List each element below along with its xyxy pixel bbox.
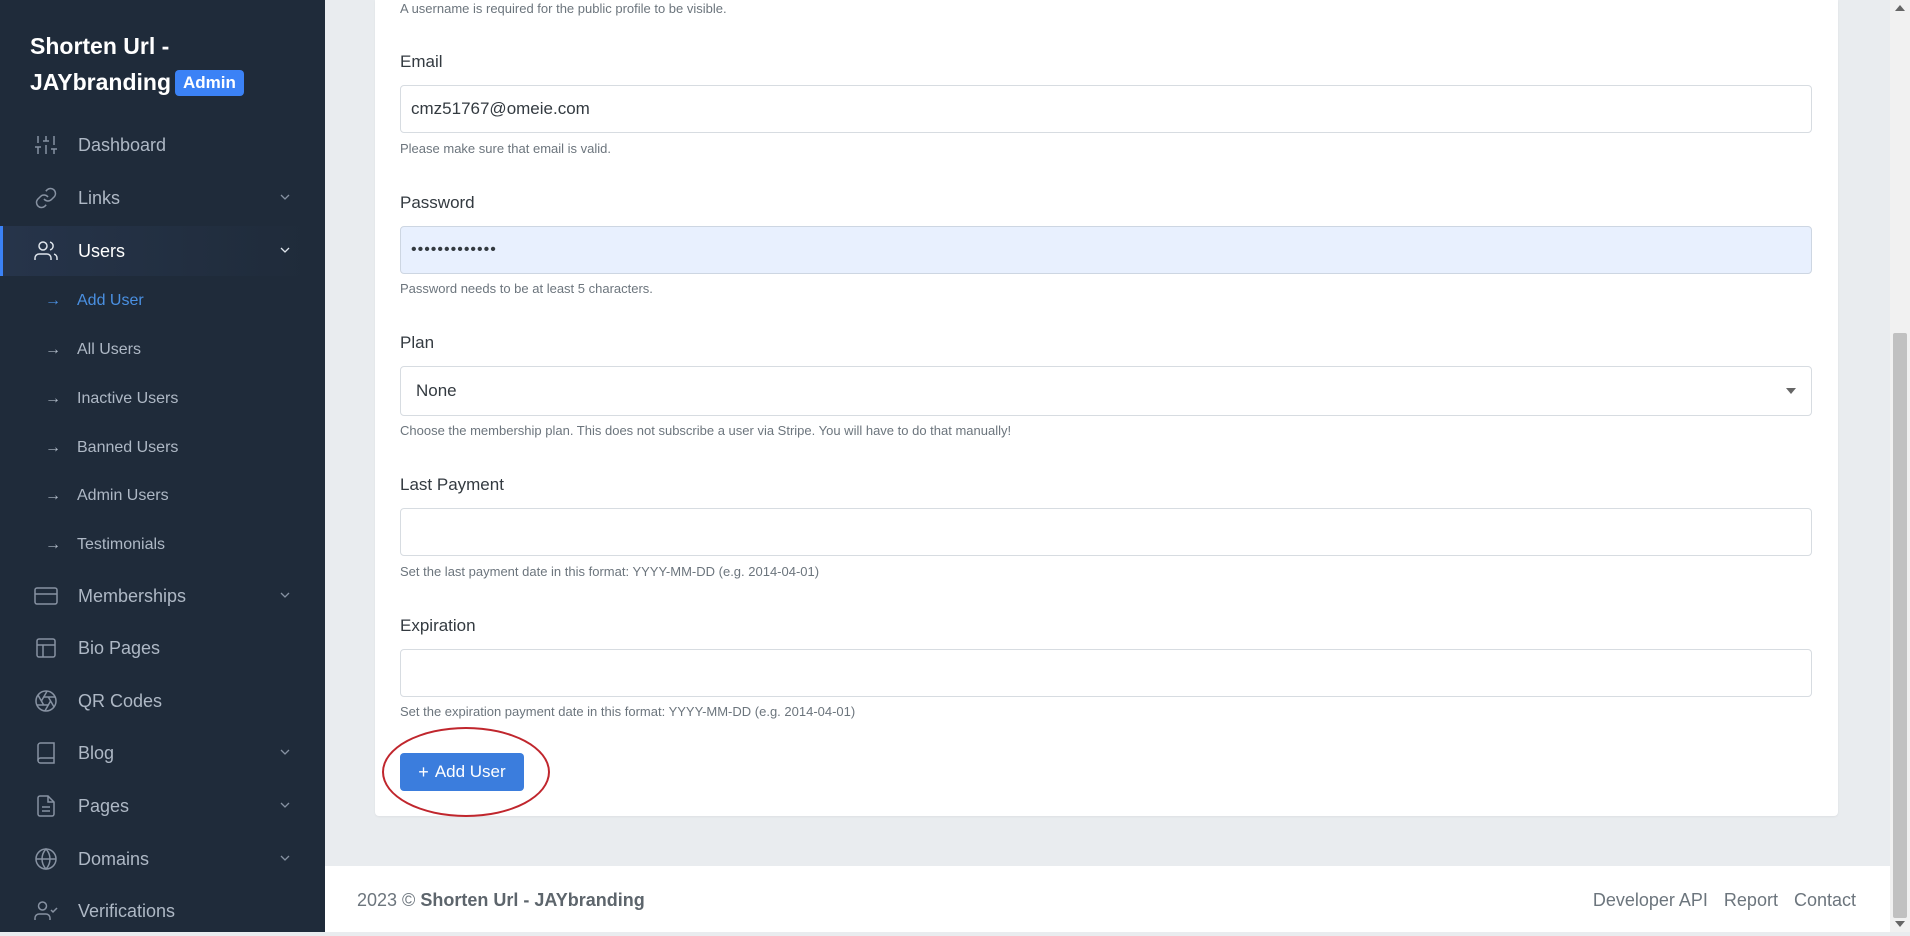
globe-icon <box>34 847 58 871</box>
plan-help-text: Choose the membership plan. This does no… <box>400 423 1012 438</box>
chevron-down-icon <box>280 247 290 253</box>
last-payment-label: Last Payment <box>400 475 504 494</box>
sidebar-subitem-inactive-users[interactable]: → Inactive Users <box>0 379 310 419</box>
file-text-icon <box>34 794 58 818</box>
sidebar-item-label: Blog <box>78 742 115 763</box>
sidebar-item-label: Verifications <box>78 900 176 921</box>
footer-links: Developer API Report Contact <box>1593 890 1856 911</box>
user-check-icon <box>34 899 58 923</box>
plan-select[interactable]: None <box>400 366 1812 416</box>
sidebar-subitem-testimonials[interactable]: → Testimonials <box>0 525 310 565</box>
arrow-right-icon: → <box>45 390 61 407</box>
sidebar-subitem-label: Testimonials <box>77 536 166 553</box>
sidebar-item-label: Users <box>78 240 126 261</box>
sidebar-item-label: Dashboard <box>78 134 167 155</box>
sidebar-item-label: QR Codes <box>78 690 163 711</box>
sidebar-subitem-label: Admin Users <box>77 487 169 504</box>
aperture-icon <box>34 689 58 713</box>
username-help-text: A username is required for the public pr… <box>400 1 727 16</box>
sidebar-subitem-add-user[interactable]: → Add User <box>0 281 310 321</box>
sidebar-item-memberships[interactable]: Memberships <box>0 571 310 621</box>
footer-copy-prefix: 2023 © <box>357 890 416 910</box>
email-field[interactable] <box>400 85 1812 133</box>
sidebar-item-users[interactable]: Users <box>0 226 310 276</box>
admin-badge: Admin <box>175 70 244 96</box>
sidebar-subitem-banned-users[interactable]: → Banned Users <box>0 428 310 468</box>
footer-link-contact[interactable]: Contact <box>1794 890 1856 911</box>
layout-icon <box>34 636 58 660</box>
plan-label: Plan <box>400 333 435 352</box>
arrow-right-icon: → <box>45 341 61 358</box>
expiration-field[interactable] <box>400 649 1812 697</box>
sidebar-item-label: Domains <box>78 848 150 869</box>
arrow-right-icon: → <box>45 536 61 553</box>
caret-down-icon <box>1786 388 1796 394</box>
scroll-down-icon[interactable] <box>1895 921 1905 927</box>
footer: 2023 © Shorten Url - JAYbranding Develop… <box>325 866 1890 932</box>
sliders-icon <box>34 133 58 157</box>
password-help-text: Password needs to be at least 5 characte… <box>400 281 653 296</box>
sidebar-item-bio-pages[interactable]: Bio Pages <box>0 623 310 673</box>
highlight-circle <box>382 727 550 817</box>
sidebar-subitem-all-users[interactable]: → All Users <box>0 330 310 370</box>
users-icon <box>34 239 58 263</box>
chevron-down-icon <box>280 194 290 200</box>
footer-copy-brand: Shorten Url - JAYbranding <box>420 890 645 910</box>
sidebar-item-label: Links <box>78 187 121 208</box>
brand-logo[interactable]: Shorten Url - JAYbranding Admin <box>30 28 310 100</box>
sidebar-item-dashboard[interactable]: Dashboard <box>0 120 310 170</box>
chevron-down-icon <box>280 855 290 861</box>
sidebar-item-label: Pages <box>78 795 130 816</box>
chevron-down-icon <box>280 802 290 808</box>
sidebar-item-pages[interactable]: Pages <box>0 781 310 831</box>
last-payment-help-text: Set the last payment date in this format… <box>400 564 820 579</box>
sidebar-item-verifications[interactable]: Verifications <box>0 886 310 936</box>
arrow-right-icon: → <box>45 439 61 456</box>
sidebar-item-links[interactable]: Links <box>0 173 310 223</box>
scroll-up-icon[interactable] <box>1895 5 1905 11</box>
sidebar-item-blog[interactable]: Blog <box>0 728 310 778</box>
sidebar-subitem-label: Inactive Users <box>77 390 179 407</box>
chevron-down-icon <box>280 749 290 755</box>
sidebar-item-domains[interactable]: Domains <box>0 834 310 884</box>
footer-copyright: 2023 © Shorten Url - JAYbranding <box>357 890 645 911</box>
sidebar-subitem-label: Add User <box>77 292 144 309</box>
expiration-help-text: Set the expiration payment date in this … <box>400 704 856 719</box>
sidebar: Shorten Url - JAYbranding Admin Dashboard… <box>0 0 325 932</box>
sidebar-item-qr-codes[interactable]: QR Codes <box>0 676 310 726</box>
brand-title-line1: Shorten Url - <box>30 33 170 59</box>
arrow-right-icon: → <box>45 487 61 504</box>
expiration-label: Expiration <box>400 616 476 635</box>
footer-link-developer-api[interactable]: Developer API <box>1593 890 1708 911</box>
password-field[interactable] <box>400 226 1812 274</box>
sidebar-subitem-label: All Users <box>77 341 142 358</box>
brand-title-line2: JAYbranding <box>30 69 172 95</box>
page-scrollbar[interactable] <box>1890 0 1910 932</box>
link-icon <box>34 186 58 210</box>
chevron-down-icon <box>280 592 290 598</box>
password-label: Password <box>400 193 475 212</box>
arrow-right-icon: → <box>45 292 61 309</box>
plan-selected-value: None <box>416 381 457 400</box>
email-label: Email <box>400 52 443 71</box>
email-help-text: Please make sure that email is valid. <box>400 141 611 156</box>
sidebar-subitem-label: Banned Users <box>77 439 179 456</box>
last-payment-field[interactable] <box>400 508 1812 556</box>
footer-link-report[interactable]: Report <box>1724 890 1778 911</box>
scroll-thumb[interactable] <box>1893 333 1907 918</box>
sidebar-item-label: Bio Pages <box>78 637 161 658</box>
sidebar-subitem-admin-users[interactable]: → Admin Users <box>0 476 310 516</box>
credit-card-icon <box>34 584 58 608</box>
book-icon <box>34 741 58 765</box>
sidebar-item-label: Memberships <box>78 585 187 606</box>
